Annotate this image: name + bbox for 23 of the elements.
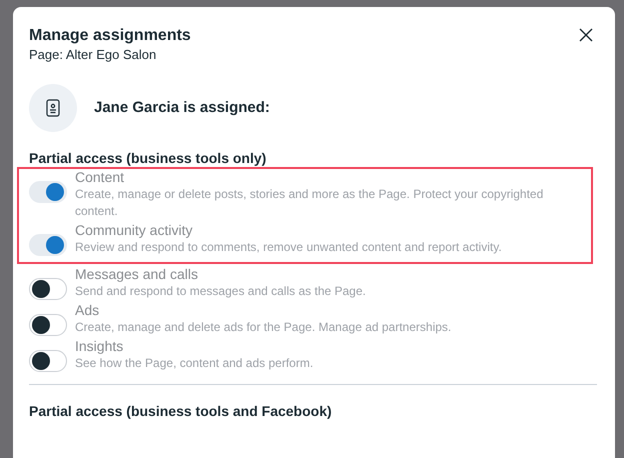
permission-label: Community activity xyxy=(75,221,194,239)
permission-label: Insights xyxy=(75,337,124,355)
permission-label: Ads xyxy=(75,301,100,319)
toggle-switch[interactable] xyxy=(29,314,67,336)
close-button[interactable] xyxy=(579,28,593,42)
dialog-subtitle: Page: Alter Ego Salon xyxy=(29,46,158,64)
permission-label: Content xyxy=(75,168,126,186)
toggle-switch[interactable] xyxy=(29,350,67,372)
permission-description: Create, manage or delete posts, stories and more as the Page. Protect your copyrighted content. xyxy=(75,186,544,220)
permission-description: See how the Page, content and ads perform. xyxy=(75,355,314,372)
permission-description: Send and respond to messages and calls as the Page. xyxy=(75,283,366,300)
dialog-title: Manage assignments xyxy=(29,26,191,46)
section-heading: Partial access (business tools only) xyxy=(29,149,268,168)
toggle-switch[interactable] xyxy=(29,278,67,300)
permission-description: Create, manage and delete ads for the Page. Manage ad partnerships. xyxy=(75,319,452,336)
section-heading: Partial access (business tools and Facebook) xyxy=(29,402,333,421)
permission-label: Messages and calls xyxy=(75,265,199,283)
assignee-text: Jane Garcia is assigned: xyxy=(94,98,270,118)
toggle-switch[interactable] xyxy=(29,181,67,203)
permission-description: Review and respond to comments, remove unwanted content and report activity. xyxy=(75,239,502,256)
toggle-switch[interactable] xyxy=(29,234,67,256)
close-icon xyxy=(579,28,593,42)
id-badge-icon xyxy=(46,99,60,117)
